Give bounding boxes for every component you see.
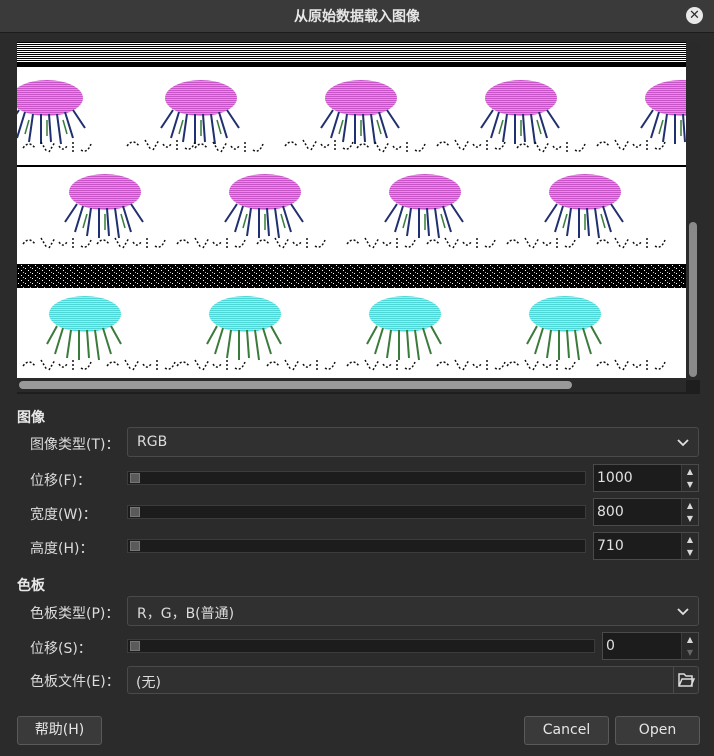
spin-up-icon[interactable]: ▲	[682, 533, 698, 546]
spin-down-icon[interactable]: ▼	[682, 546, 698, 559]
palette-type-combo[interactable]: R，G，B(普通)	[127, 596, 699, 626]
spin-down-icon[interactable]: ▼	[682, 512, 698, 525]
height-label: 高度(H)：	[30, 541, 94, 557]
palette-type-label: 色板类型(P)：	[30, 606, 120, 622]
preview-area	[17, 42, 700, 394]
folder-open-icon	[678, 673, 696, 687]
palette-offset-value[interactable]: 0	[606, 638, 615, 654]
image-section-heading: 图像	[17, 410, 45, 426]
title-bar: 从原始数据载入图像 ✕	[0, 0, 714, 33]
width-value[interactable]: 800	[597, 504, 624, 520]
spin-up-icon[interactable]: ▲	[682, 633, 698, 646]
width-spin-buttons: ▲ ▼	[681, 499, 698, 525]
palette-offset-slider[interactable]	[127, 639, 595, 653]
palette-file-chooser[interactable]: (无)	[127, 666, 699, 694]
width-spinbutton[interactable]: 800 ▲ ▼	[593, 498, 699, 526]
palette-section-heading: 色板	[17, 578, 45, 594]
palette-offset-spinbutton[interactable]: 0 ▲ ▼	[602, 632, 699, 660]
height-value[interactable]: 710	[597, 538, 624, 554]
image-type-label: 图像类型(T)：	[30, 437, 120, 453]
image-type-value: RGB	[137, 434, 168, 450]
horizontal-scroll-thumb[interactable]	[19, 381, 572, 389]
offset-slider-handle[interactable]	[130, 473, 140, 483]
offset-value[interactable]: 1000	[597, 470, 633, 486]
chevron-down-icon	[677, 608, 689, 616]
open-file-button[interactable]	[673, 667, 698, 693]
preview-horizontal-scrollbar[interactable]	[17, 378, 686, 392]
width-label: 宽度(W)：	[30, 507, 97, 523]
width-slider-handle[interactable]	[130, 507, 140, 517]
offset-slider[interactable]	[127, 471, 586, 485]
spin-up-icon[interactable]: ▲	[682, 465, 698, 478]
help-button[interactable]: 帮助(H)	[17, 716, 102, 745]
height-slider[interactable]	[127, 539, 586, 553]
palette-offset-spin-buttons: ▲ ▼	[681, 633, 698, 659]
spin-up-icon[interactable]: ▲	[682, 499, 698, 512]
vertical-scroll-thumb[interactable]	[689, 222, 697, 377]
palette-offset-label: 位移(S)：	[30, 641, 92, 657]
image-type-combo[interactable]: RGB	[127, 427, 699, 457]
palette-file-value: (无)	[136, 675, 161, 691]
preview-vertical-scrollbar[interactable]	[686, 42, 700, 380]
cancel-button[interactable]: Cancel	[524, 716, 609, 745]
height-spinbutton[interactable]: 710 ▲ ▼	[593, 532, 699, 560]
palette-offset-slider-handle[interactable]	[130, 641, 140, 651]
close-icon[interactable]: ✕	[686, 7, 703, 24]
spin-down-icon[interactable]: ▼	[682, 478, 698, 491]
palette-file-label: 色板文件(E)：	[30, 674, 120, 690]
spin-down-icon[interactable]: ▼	[682, 646, 698, 659]
dialog-title: 从原始数据载入图像	[294, 9, 420, 25]
offset-spin-buttons: ▲ ▼	[681, 465, 698, 491]
height-spin-buttons: ▲ ▼	[681, 533, 698, 559]
height-slider-handle[interactable]	[130, 541, 140, 551]
offset-label: 位移(F)：	[30, 473, 91, 489]
width-slider[interactable]	[127, 505, 586, 519]
preview-image	[17, 42, 686, 371]
offset-spinbutton[interactable]: 1000 ▲ ▼	[593, 464, 699, 492]
palette-type-value: R，G，B(普通)	[137, 606, 235, 622]
open-button[interactable]: Open	[615, 716, 700, 745]
chevron-down-icon	[677, 439, 689, 447]
raw-image-preview	[17, 42, 686, 378]
